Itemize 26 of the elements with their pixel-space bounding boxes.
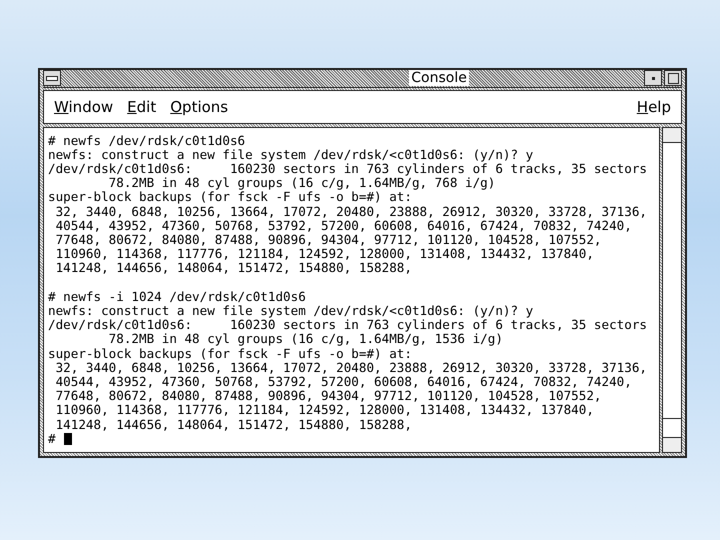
terminal-prompt: #: [48, 432, 56, 446]
terminal-line: # newfs -i 1024 /dev/rdsk/c0t1d0s6: [48, 290, 307, 304]
menu-item[interactable]: Help: [636, 98, 671, 116]
terminal-line: 141248, 144656, 148064, 151472, 154880, 158288,: [54, 418, 413, 432]
menu-item[interactable]: Window: [54, 98, 114, 116]
terminal-line: super-block backups (for fsck -F ufs -o b=#) at:: [48, 190, 412, 205]
terminal-line: super-block backups (for fsck -F ufs -o b=#) at:: [48, 346, 412, 361]
terminal-line: 78.2MB in 48 cyl groups (16 c/g, 1.64MB/g, 1536 i/g): [108, 332, 504, 347]
terminal-line: /dev/rdsk/c0t1d0s6: 160230 sectors in 763 cylinders of 6 tracks, 35 sectors: [48, 162, 648, 176]
menu-item[interactable]: Options: [170, 98, 228, 116]
terminal-line: 110960, 114368, 117776, 121184, 124592, 128000, 131408, 134432, 137840,: [54, 247, 595, 262]
menu-item[interactable]: Edit: [127, 98, 156, 116]
terminal-line: 141248, 144656, 148064, 151472, 154880, 158288,: [54, 261, 413, 276]
terminal-line: newfs: construct a new file system /dev/rdsk/<c0t1d0s6: (y/n)? y: [48, 304, 534, 318]
terminal-line: /dev/rdsk/c0t1d0s6: 160230 sectors in 763 cylinders of 6 tracks, 35 sectors: [48, 318, 648, 332]
terminal-line: 32, 3440, 6848, 10256, 13664, 17072, 20480, 23888, 26912, 30320, 33728, 37136,: [56, 204, 648, 219]
terminal-line: 77648, 80672, 84080, 87488, 90896, 94304, 97712, 101120, 104528, 107552,: [54, 232, 602, 248]
terminal-line: 40544, 43952, 47360, 50768, 53792, 57200, 60608, 64016, 67424, 70832, 74240,: [54, 374, 632, 390]
terminal-line: 110960, 114368, 117776, 121184, 124592, 128000, 131408, 134432, 137840,: [54, 403, 595, 418]
terminal-line: 32, 3440, 6848, 10256, 13664, 17072, 20480, 23888, 26912, 30320, 33728, 37136,: [56, 360, 648, 375]
terminal-line: 77648, 80672, 84080, 87488, 90896, 94304, 97712, 101120, 104528, 107552,: [54, 389, 602, 404]
terminal-line: newfs: construct a new file system /dev/rdsk/<c0t1d0s6: (y/n)? y: [48, 148, 534, 162]
terminal-line: 78.2MB in 48 cyl groups (16 c/g, 1.64MB/g, 768 i/g): [108, 176, 496, 190]
terminal-line: # newfs /dev/rdsk/c0t1d0s6: [48, 134, 246, 148]
terminal-line: 40544, 43952, 47360, 50768, 53792, 57200, 60608, 64016, 67424, 70832, 74240,: [54, 218, 632, 233]
window-title: Console: [409, 70, 469, 86]
